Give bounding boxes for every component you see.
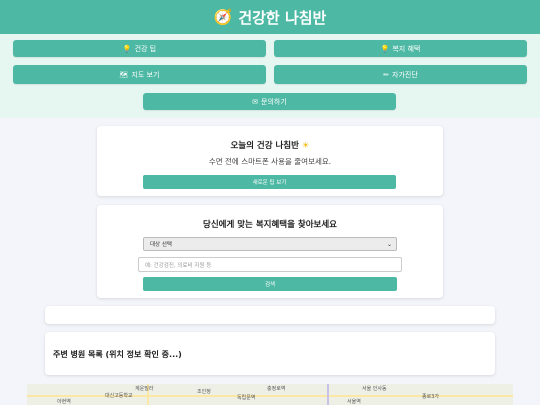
- hospital-list-card: 주변 병원 목록 (위치 정보 확인 중...): [45, 332, 495, 375]
- map-label: 종로3가: [422, 394, 439, 400]
- compass-icon: 🧭: [213, 8, 233, 26]
- health-tips-label: 건강 팁: [134, 44, 157, 53]
- map-road: [27, 395, 513, 397]
- health-tips-button[interactable]: 💡 건강 팁: [13, 40, 266, 57]
- welfare-search-card: 당신에게 맞는 복지혜택을 찾아보세요 대상 선택 ⌄ 예: 건강검진, 의료비…: [97, 205, 443, 298]
- sun-icon: ☀: [301, 141, 310, 151]
- daily-tip-text: 수면 전에 스마트폰 사용을 줄여보세요.: [208, 157, 332, 166]
- welfare-benefits-button[interactable]: 💡 복지 혜택: [274, 40, 527, 57]
- map-icon: 🗺: [119, 70, 129, 79]
- daily-tip-card: 오늘의 건강 나침반 ☀ 수면 전에 스마트폰 사용을 줄여보세요. 새로운 팁…: [97, 126, 443, 196]
- empty-panel: [45, 306, 495, 324]
- target-select[interactable]: 대상 선택 ⌄: [143, 237, 397, 251]
- welfare-benefits-label: 복지 혜택: [392, 44, 421, 53]
- map-label: 대신고등학교: [105, 393, 133, 399]
- self-check-button[interactable]: ✏ 자가진단: [274, 65, 527, 84]
- map-view-label: 지도 보기: [131, 70, 160, 79]
- new-tip-button[interactable]: 새로운 팁 보기: [143, 175, 396, 189]
- welfare-search-title: 당신에게 맞는 복지혜택을 찾아보세요: [203, 220, 337, 230]
- contact-button[interactable]: ✉ 문의하기: [143, 93, 396, 110]
- map-label: 계운빌라: [135, 386, 154, 392]
- benefit-search-placeholder: 예: 건강검진, 의료비 지원 등: [145, 262, 212, 269]
- envelope-icon: ✉: [252, 97, 259, 106]
- daily-tip-title-text: 오늘의 건강 나침반: [230, 141, 299, 151]
- lightbulb-icon: 💡: [380, 44, 390, 53]
- map-label: 서울 인사동: [362, 386, 387, 392]
- map-label: 조인정: [197, 389, 211, 395]
- daily-tip-title: 오늘의 건강 나침반 ☀: [97, 139, 443, 151]
- app-header: 🧭 건강한 나침반: [0, 0, 540, 34]
- main-menu: 💡 건강 팁 💡 복지 혜택 🗺 지도 보기 ✏ 자가진단 ✉ 문의하기: [0, 34, 540, 118]
- map-view-button[interactable]: 🗺 지도 보기: [13, 65, 266, 84]
- benefit-search-input[interactable]: 예: 건강검진, 의료비 지원 등: [138, 257, 402, 272]
- pencil-icon: ✏: [383, 70, 390, 79]
- page-title: 건강한 나침반: [238, 8, 327, 27]
- map-label: 독립문역: [237, 395, 256, 401]
- map-road: [327, 384, 329, 405]
- self-check-label: 자가진단: [392, 70, 418, 79]
- lightbulb-icon: 💡: [122, 44, 132, 53]
- map-label: 아현역: [57, 399, 71, 405]
- chevron-down-icon: ⌄: [386, 241, 392, 248]
- map-view[interactable]: 계운빌라 대신고등학교 조인정 독립문역 충정로역 서울 인사동 종로3가 아현…: [27, 384, 513, 405]
- map-label: 충정로역: [267, 386, 286, 392]
- map-label: 서울역: [347, 399, 361, 405]
- contact-label: 문의하기: [261, 97, 287, 106]
- hospital-list-title: 주변 병원 목록 (위치 정보 확인 중...): [53, 350, 182, 359]
- target-select-value: 대상 선택: [150, 242, 172, 248]
- search-button[interactable]: 검색: [143, 277, 397, 291]
